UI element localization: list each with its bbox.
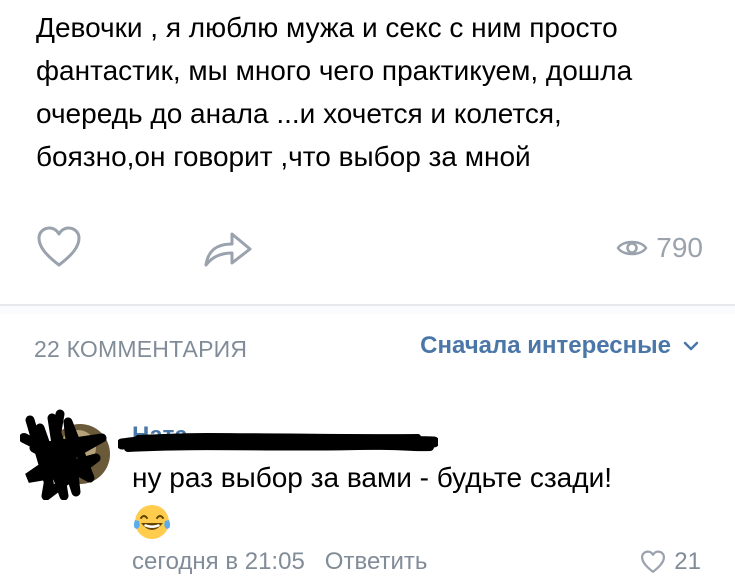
share-button[interactable] — [200, 225, 256, 269]
section-gap — [0, 306, 735, 314]
comments-count: 22 КОММЕНТАРИЯ — [34, 336, 248, 362]
post-text: Девочки , я люблю мужа и секс с ним прос… — [36, 12, 633, 172]
sort-label: Сначала интересные — [420, 332, 671, 359]
comment-text: ну раз выбор за вами - будьте сзади! — [132, 462, 613, 493]
comment-like-button[interactable]: 21 — [640, 548, 701, 576]
laughing-emoji-icon — [133, 505, 171, 539]
chevron-down-icon — [683, 341, 699, 351]
reply-button[interactable]: Ответить — [325, 548, 428, 575]
like-button[interactable] — [36, 225, 82, 269]
tears-of-joy-emoji — [132, 502, 172, 542]
comment-meta: сегодня в 21:05 Ответить — [132, 548, 427, 576]
heart-outline-icon — [641, 550, 666, 573]
eye-icon — [616, 240, 648, 256]
comment-likes-count: 21 — [674, 548, 701, 575]
sort-dropdown[interactable]: Сначала интересные — [420, 332, 699, 360]
comment-time: сегодня в 21:05 — [132, 548, 305, 575]
heart-outline-icon — [37, 226, 81, 267]
views-counter: 790 — [616, 228, 703, 268]
avatar[interactable] — [20, 408, 112, 500]
redaction-scribble — [118, 433, 438, 452]
post-actions: 790 — [0, 222, 735, 272]
avatar-scribble — [20, 409, 110, 500]
views-count: 790 — [656, 232, 703, 263]
share-arrow-icon — [204, 232, 252, 267]
comments-header: 22 КОММЕНТАРИЯ Сначала интересные — [0, 330, 735, 370]
comment-item: Ната ну раз выбор за вами - будьте сзади… — [0, 400, 735, 575]
